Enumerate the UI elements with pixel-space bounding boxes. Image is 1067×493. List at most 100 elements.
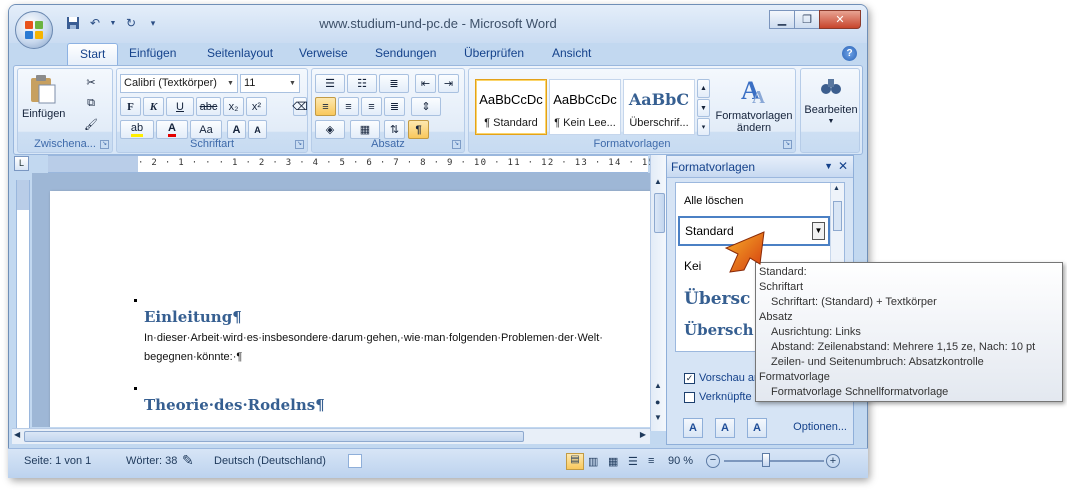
- maximize-button[interactable]: ❐: [794, 10, 820, 29]
- font-color-button[interactable]: A: [156, 120, 188, 139]
- grow-font-button[interactable]: A: [227, 120, 246, 139]
- tab-start[interactable]: Start: [67, 43, 119, 66]
- paragraph-launcher-icon[interactable]: ↘: [452, 140, 461, 149]
- style-item-kein[interactable]: Kei: [684, 259, 701, 273]
- horizontal-scroll-thumb[interactable]: [24, 431, 524, 442]
- borders-icon[interactable]: ▦: [350, 120, 380, 139]
- font-launcher-icon[interactable]: ↘: [295, 140, 304, 149]
- word-count[interactable]: Wörter: 38: [126, 455, 177, 467]
- style-inspector-icon[interactable]: A: [715, 418, 735, 438]
- align-left-icon[interactable]: ≡: [315, 97, 336, 116]
- linked-checkbox[interactable]: [684, 392, 695, 403]
- zoom-level[interactable]: 90 %: [668, 455, 693, 467]
- subscript-button[interactable]: x₂: [223, 97, 244, 116]
- cut-icon[interactable]: ✂: [80, 73, 102, 92]
- style-kein-leerraum[interactable]: AaBbCcDc ¶ Kein Lee...: [549, 79, 621, 135]
- prev-page-icon[interactable]: ▲: [654, 381, 662, 390]
- next-page-icon[interactable]: ▼: [654, 413, 662, 422]
- align-center-icon[interactable]: ≡: [338, 97, 359, 116]
- vertical-ruler[interactable]: [16, 180, 30, 430]
- style-item-ueberschrift-2[interactable]: Übersch: [684, 321, 754, 339]
- zoom-in-icon[interactable]: +: [826, 454, 840, 468]
- page[interactable]: Einleitung¶ In·dieser·Arbeit·wird·es·ins…: [50, 191, 650, 427]
- options-link[interactable]: Optionen...: [793, 421, 847, 433]
- zoom-slider-thumb[interactable]: [762, 453, 770, 467]
- shading-icon[interactable]: ◈: [315, 120, 345, 139]
- zoom-out-icon[interactable]: −: [706, 454, 720, 468]
- bold-button[interactable]: F: [120, 97, 141, 116]
- customize-icon[interactable]: ▾: [145, 15, 161, 31]
- chevron-down-icon[interactable]: ▼: [812, 222, 825, 240]
- font-size-select[interactable]: 11 ▼: [240, 74, 300, 93]
- print-layout-icon[interactable]: ▤: [566, 453, 584, 470]
- manage-styles-icon[interactable]: A: [747, 418, 767, 438]
- heading-theorie[interactable]: Theorie·des·Rodelns¶: [144, 396, 325, 414]
- tab-verweise[interactable]: Verweise: [299, 46, 348, 60]
- tab-einfuegen[interactable]: Einfügen: [129, 46, 176, 60]
- scroll-up-icon[interactable]: ▲: [654, 177, 662, 186]
- justify-icon[interactable]: ≣: [384, 97, 405, 116]
- styles-launcher-icon[interactable]: ↘: [783, 140, 792, 149]
- vertical-scroll-thumb[interactable]: [654, 193, 665, 233]
- save-icon[interactable]: [65, 15, 81, 31]
- numbering-icon[interactable]: ☷: [347, 74, 377, 93]
- highlight-button[interactable]: ab: [120, 120, 154, 139]
- undo-icon[interactable]: ↶: [87, 15, 103, 31]
- redo-icon[interactable]: ↻: [123, 15, 139, 31]
- close-icon[interactable]: ✕: [838, 159, 848, 173]
- strikethrough-button[interactable]: abc: [196, 97, 221, 116]
- clear-all-item[interactable]: Alle löschen: [684, 195, 743, 207]
- horizontal-ruler[interactable]: · 2 · 1 · · · 1 · 2 · 3 · 4 · 5 · 6 · 7 …: [48, 155, 654, 173]
- superscript-button[interactable]: x²: [246, 97, 267, 116]
- paste-button[interactable]: Einfügen: [22, 73, 65, 120]
- pane-menu-icon[interactable]: ▼: [824, 161, 833, 171]
- bullets-icon[interactable]: ☰: [315, 74, 345, 93]
- style-ueberschrift[interactable]: AaBbC Überschrif...: [623, 79, 695, 135]
- paragraph-line-1[interactable]: In·dieser·Arbeit·wird·es·insbesondere·da…: [144, 329, 603, 348]
- style-item-ueberschrift-1[interactable]: Übersc: [684, 289, 750, 309]
- styles-more-icon[interactable]: ▾: [697, 118, 710, 136]
- multilevel-list-icon[interactable]: ≣: [379, 74, 409, 93]
- scroll-right-icon[interactable]: ▶: [640, 430, 646, 439]
- change-styles-button[interactable]: AA Formatvorlagen ändern: [713, 73, 795, 134]
- change-case-button[interactable]: Aa: [190, 120, 222, 139]
- minimize-button[interactable]: ▁: [769, 10, 795, 29]
- clipboard-launcher-icon[interactable]: ↘: [100, 140, 109, 149]
- copy-icon[interactable]: ⧉: [80, 94, 102, 113]
- scroll-left-icon[interactable]: ◀: [14, 430, 20, 439]
- language-indicator[interactable]: Deutsch (Deutschland): [214, 455, 326, 467]
- sort-icon[interactable]: ⇅: [384, 120, 405, 139]
- scroll-up-icon[interactable]: ▲: [833, 185, 840, 192]
- align-right-icon[interactable]: ≡: [361, 97, 382, 116]
- underline-button[interactable]: U: [166, 97, 194, 116]
- office-button[interactable]: [15, 11, 53, 49]
- horizontal-scrollbar[interactable]: ◀ ▶: [12, 428, 650, 444]
- paragraph-line-2[interactable]: begegnen·könnte:·¶: [144, 348, 242, 367]
- web-layout-icon[interactable]: ▦: [608, 455, 618, 468]
- close-button[interactable]: ✕: [819, 10, 861, 29]
- new-style-icon[interactable]: A: [683, 418, 703, 438]
- undo-dropdown-icon[interactable]: ▼: [109, 15, 117, 31]
- tab-ansicht[interactable]: Ansicht: [552, 46, 591, 60]
- styles-scroll-down-icon[interactable]: ▼: [697, 99, 710, 117]
- format-painter-icon[interactable]: 🖌: [80, 115, 102, 134]
- shrink-font-button[interactable]: A: [248, 120, 267, 139]
- macro-icon[interactable]: [348, 454, 362, 468]
- full-screen-reading-icon[interactable]: ▥: [588, 455, 598, 468]
- line-spacing-icon[interactable]: ⇕: [411, 97, 441, 116]
- outline-icon[interactable]: ☰: [628, 455, 638, 468]
- browse-object-icon[interactable]: ●: [655, 397, 660, 407]
- font-name-select[interactable]: Calibri (Textkörper) ▼: [120, 74, 238, 93]
- list-scroll-thumb[interactable]: [833, 201, 842, 231]
- draft-icon[interactable]: ≡: [648, 455, 654, 467]
- tab-sendungen[interactable]: Sendungen: [375, 46, 436, 60]
- proofing-icon[interactable]: ✎: [182, 452, 194, 469]
- italic-button[interactable]: K: [143, 97, 164, 116]
- page-count[interactable]: Seite: 1 von 1: [24, 455, 91, 467]
- edit-button[interactable]: Bearbeiten ▼: [802, 75, 860, 128]
- style-standard[interactable]: AaBbCcDc ¶ Standard: [475, 79, 547, 135]
- tab-selector[interactable]: L: [14, 156, 29, 171]
- increase-indent-icon[interactable]: ⇥: [438, 74, 459, 93]
- help-icon[interactable]: ?: [842, 46, 857, 61]
- decrease-indent-icon[interactable]: ⇤: [415, 74, 436, 93]
